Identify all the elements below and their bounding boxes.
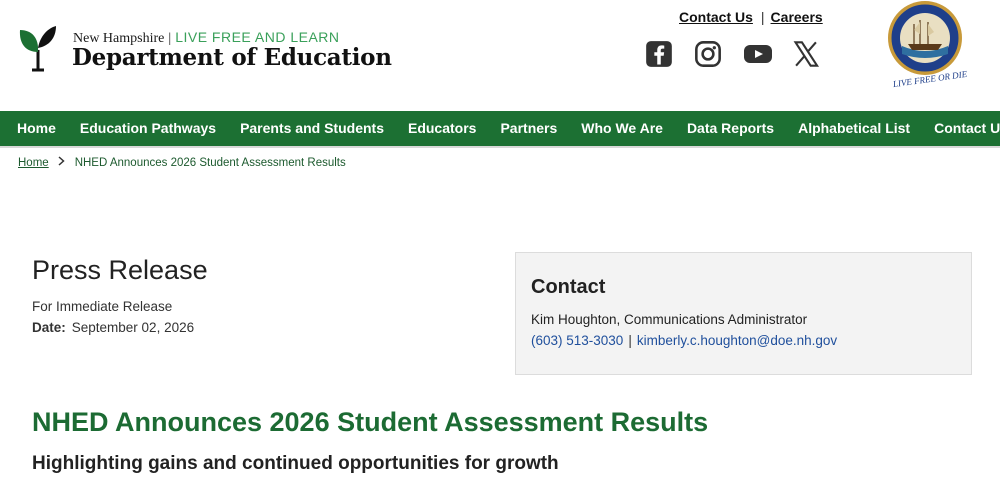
- state-seal[interactable]: LIVE FREE OR DIE: [880, 0, 980, 102]
- release-date: Date: September 02, 2026: [32, 320, 194, 335]
- release-type: For Immediate Release: [32, 299, 173, 314]
- contact-separator: |: [628, 333, 632, 348]
- contact-info: (603) 513-3030 | kimberly.c.houghton@doe.n…: [531, 333, 837, 348]
- nav-contact-us[interactable]: Contact Us: [922, 111, 1000, 146]
- nav-educators[interactable]: Educators: [396, 111, 488, 146]
- utility-separator: |: [760, 9, 765, 25]
- nav-education-pathways[interactable]: Education Pathways: [68, 111, 228, 146]
- contact-phone-link[interactable]: (603) 513-3030: [531, 333, 623, 348]
- facebook-icon[interactable]: [645, 40, 673, 68]
- breadcrumb-home-link[interactable]: Home: [18, 157, 49, 169]
- breadcrumb-current: NHED Announces 2026 Student Assessment R…: [74, 156, 346, 169]
- chevron-right-icon: [58, 156, 65, 169]
- release-date-value: September 02, 2026: [71, 320, 195, 335]
- contact-name: Kim Houghton, Communications Administrat…: [531, 312, 808, 327]
- nav-home[interactable]: Home: [0, 111, 68, 146]
- contact-box: Contact Kim Houghton, Communications Adm…: [515, 252, 972, 375]
- main-nav: Home Education Pathways Parents and Stud…: [0, 111, 1000, 146]
- x-icon[interactable]: [792, 40, 820, 68]
- nav-alphabetical-list[interactable]: Alphabetical List: [786, 111, 922, 146]
- nav-partners[interactable]: Partners: [488, 111, 569, 146]
- careers-link[interactable]: Careers: [771, 9, 823, 25]
- nav-parents-and-students[interactable]: Parents and Students: [228, 111, 396, 146]
- instagram-icon[interactable]: [694, 40, 722, 68]
- utility-links: Contact Us | Careers: [679, 9, 823, 25]
- logo-slogan: LIVE FREE AND LEARN: [175, 29, 340, 45]
- nav-data-reports[interactable]: Data Reports: [675, 111, 786, 146]
- contact-us-link[interactable]: Contact Us: [679, 9, 753, 25]
- social-links: [644, 40, 824, 70]
- press-release-title: Press Release: [32, 255, 208, 285]
- breadcrumb: Home NHED Announces 2026 Student Assessm…: [18, 156, 346, 169]
- release-date-label: Date:: [32, 320, 66, 335]
- article-headline: NHED Announces 2026 Student Assessment R…: [32, 407, 709, 437]
- site-header: New Hampshire | LIVE FREE AND LEARN Depart…: [0, 0, 1000, 111]
- contact-email-link[interactable]: kimberly.c.houghton@doe.nh.gov: [637, 333, 837, 348]
- department-name[interactable]: Department of Education: [72, 44, 392, 71]
- nav-who-we-are[interactable]: Who We Are: [569, 111, 675, 146]
- youtube-icon[interactable]: [743, 40, 773, 68]
- nav-divider: [0, 146, 1000, 148]
- sprout-logo-icon[interactable]: [18, 24, 58, 72]
- article-subheadline: Highlighting gains and continued opportu…: [32, 453, 559, 474]
- contact-title: Contact: [531, 276, 606, 298]
